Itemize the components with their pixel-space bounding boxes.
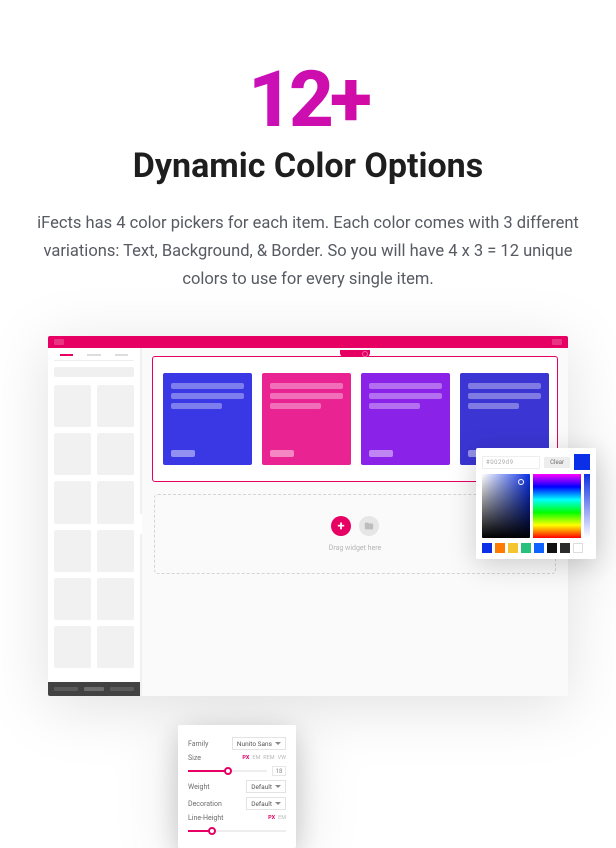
typography-popover[interactable]: Family Nunito Sans Size PX EM REM VW 18 …: [178, 725, 296, 848]
swatch[interactable]: [495, 543, 505, 553]
decoration-select[interactable]: Default: [246, 797, 286, 810]
widget-thumb[interactable]: [54, 481, 91, 523]
weight-select[interactable]: Default: [246, 780, 286, 793]
weight-label: Weight: [188, 783, 210, 791]
card[interactable]: [262, 373, 351, 465]
size-value-input[interactable]: 18: [272, 766, 286, 776]
alpha-slider[interactable]: [584, 474, 590, 538]
bottom-bar-item[interactable]: [110, 687, 134, 691]
size-unit-toggle[interactable]: PX EM REM VW: [242, 755, 286, 761]
swatch[interactable]: [521, 543, 531, 553]
section-handle[interactable]: [340, 350, 370, 357]
sidebar-tabs: [54, 354, 134, 361]
widget-thumb[interactable]: [54, 433, 91, 475]
menu-icon[interactable]: [54, 339, 64, 345]
size-slider[interactable]: 18: [188, 766, 286, 776]
swatch[interactable]: [547, 543, 557, 553]
window-action-icon[interactable]: [552, 339, 562, 345]
hero-number: 12+: [24, 62, 592, 140]
size-label: Size: [188, 754, 201, 762]
drop-zone-hint: Drag widget here: [329, 544, 381, 552]
clear-color-button[interactable]: Clear: [544, 457, 570, 468]
swatch[interactable]: [534, 543, 544, 553]
widget-thumb[interactable]: [97, 530, 134, 572]
preset-swatches: [482, 543, 590, 553]
hero-title: Dynamic Color Options: [24, 146, 592, 186]
add-widget-button[interactable]: +: [331, 516, 351, 536]
sidebar-tab[interactable]: [115, 354, 128, 356]
window-titlebar: [48, 336, 568, 348]
family-select[interactable]: Nunito Sans: [232, 737, 286, 750]
family-label: Family: [188, 740, 208, 748]
hero: 12+ Dynamic Color Options iFects has 4 c…: [0, 0, 616, 294]
swatch[interactable]: [573, 543, 583, 553]
swatch[interactable]: [482, 543, 492, 553]
swatch[interactable]: [508, 543, 518, 553]
widget-thumb[interactable]: [54, 578, 91, 620]
card[interactable]: [163, 373, 252, 465]
folder-icon: [364, 521, 374, 531]
color-picker-popover[interactable]: #0029d9 Clear: [476, 448, 596, 559]
widget-thumb[interactable]: [97, 578, 134, 620]
saturation-value-field[interactable]: [482, 474, 530, 538]
widget-thumb[interactable]: [97, 481, 134, 523]
widget-thumb[interactable]: [97, 385, 134, 427]
card[interactable]: [361, 373, 450, 465]
hero-description: iFects has 4 color pickers for each item…: [24, 210, 592, 294]
current-color-swatch: [574, 454, 590, 470]
widget-thumbnails: [54, 385, 134, 668]
widget-thumb[interactable]: [97, 433, 134, 475]
lh-unit-toggle[interactable]: PX EM: [268, 815, 286, 821]
bottom-bar-item[interactable]: [54, 687, 78, 691]
sidebar-tab-active[interactable]: [60, 354, 73, 356]
sidebar-tab[interactable]: [87, 354, 100, 356]
line-height-slider[interactable]: [188, 826, 286, 836]
decoration-label: Decoration: [188, 800, 222, 808]
editor-mockup: ‹: [0, 336, 616, 816]
template-button[interactable]: [359, 516, 379, 536]
swatch[interactable]: [560, 543, 570, 553]
widget-thumb[interactable]: [54, 385, 91, 427]
sidebar-bottom-bar: [48, 682, 140, 696]
widget-thumb[interactable]: [97, 626, 134, 668]
hex-input[interactable]: #0029d9: [482, 456, 540, 469]
line-height-label: Line-Height: [188, 814, 223, 822]
widget-thumb[interactable]: [54, 530, 91, 572]
sidebar: ‹: [48, 348, 142, 696]
hue-slider[interactable]: [533, 474, 581, 538]
bottom-bar-item[interactable]: [84, 687, 104, 691]
widget-thumb[interactable]: [54, 626, 91, 668]
sidebar-search[interactable]: [54, 367, 134, 377]
